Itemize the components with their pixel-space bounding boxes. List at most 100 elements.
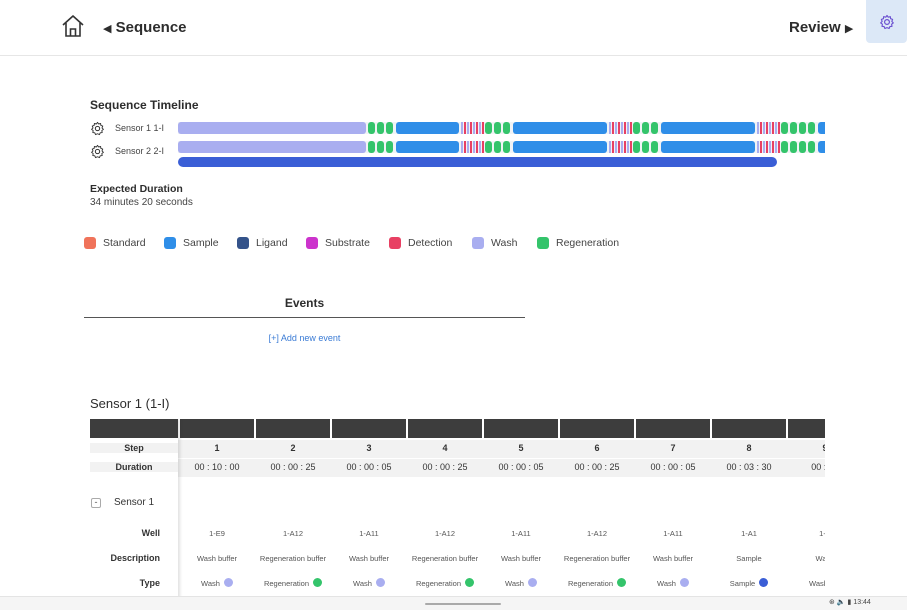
timeline-segment-sample — [661, 122, 755, 134]
add-event-link[interactable]: [+] Add new event — [84, 333, 525, 343]
step-number: 9 — [822, 443, 825, 453]
home-icon[interactable] — [60, 14, 86, 38]
step-number: 2 — [290, 443, 296, 453]
step-duration: 00 : 00 : 05 — [498, 462, 544, 472]
timeline-segment-wash — [763, 122, 765, 134]
step-type: Wash — [484, 578, 558, 588]
timeline-segment-regeneration — [503, 122, 510, 134]
timeline-segment-sample — [513, 141, 607, 153]
timeline-segment-wash — [763, 141, 765, 153]
timeline-segment-detection — [612, 122, 614, 134]
settings-button[interactable] — [866, 0, 907, 43]
timeline-segment-detection — [618, 141, 620, 153]
step-type-dot — [313, 578, 323, 587]
column-header-bar — [636, 419, 710, 438]
step-duration: 00 : 00 : 25 — [574, 462, 620, 472]
step-type: Wash — [788, 578, 825, 588]
step-number: 7 — [670, 443, 676, 453]
column-header-bar — [408, 419, 482, 438]
legend-swatch — [84, 237, 96, 249]
timeline-segment-regeneration — [485, 122, 492, 134]
system-tray: ⊛ 🔈 ▮ 13:44 — [829, 598, 871, 606]
step-type-label: Wash — [353, 579, 372, 588]
forward-arrow-icon: ▶ — [844, 23, 854, 35]
step-duration: 00 : 00 : 25 — [422, 462, 468, 472]
forward-button[interactable]: Review ▶ — [789, 19, 853, 36]
back-button[interactable]: ◀ Sequence — [103, 19, 187, 36]
step-type-dot — [617, 578, 627, 587]
timeline-segment-wash — [473, 122, 475, 134]
timeline-segment-sample — [818, 122, 825, 134]
timeline-segment-regeneration — [485, 141, 492, 153]
timeline-segment-wash — [627, 141, 629, 153]
forward-label: Review — [789, 19, 841, 36]
step-description: Wash buffer — [652, 554, 694, 563]
step-description: Wash buffer — [196, 554, 238, 563]
legend-label: Ligand — [256, 237, 288, 249]
sensor-settings-icon[interactable] — [90, 121, 105, 136]
step-number: 5 — [518, 443, 524, 453]
timeline-segment-regeneration — [503, 141, 510, 153]
collapse-toggle[interactable]: - — [91, 498, 101, 508]
timeline-segment-wash — [467, 141, 469, 153]
sensor-settings-icon[interactable] — [90, 144, 105, 159]
row-label-duration: Duration — [90, 462, 178, 472]
step-duration: 00 : 10 : 00 — [194, 462, 240, 472]
timeline-segment-detection — [624, 141, 626, 153]
step-duration: 00 : 00 — [811, 462, 825, 472]
timeline-segment-wash — [775, 122, 777, 134]
timeline-segment-wash — [757, 122, 759, 134]
column-header-bar — [332, 419, 406, 438]
step-type-label: Regeneration — [567, 579, 614, 588]
step-well: 1-A12 — [282, 529, 303, 538]
legend-swatch — [164, 237, 176, 249]
step-type: Wash — [332, 578, 406, 588]
timeline-segment-wash — [621, 141, 623, 153]
steps-table: 1 00 : 10 : 00 1-E9 Wash buffer Wash 2 00 : 00… — [90, 419, 825, 599]
scroll-handle[interactable] — [425, 603, 501, 605]
sensor-label: Sensor 2 2-I — [115, 146, 165, 156]
step-type-label: Regeneration — [263, 579, 310, 588]
timeline-segment-detection — [630, 141, 632, 153]
gear-icon — [879, 14, 894, 29]
legend-swatch — [389, 237, 401, 249]
taskbar: ⊛ 🔈 ▮ 13:44 — [0, 596, 907, 610]
timeline-segment-regeneration — [368, 141, 375, 153]
legend-label: Regeneration — [556, 237, 620, 249]
timeline-segment-sample — [513, 122, 607, 134]
timeline-segment-wash — [769, 122, 771, 134]
timeline-track-sensor-1[interactable] — [178, 122, 825, 134]
step-type: Wash — [180, 578, 254, 588]
timeline-segment-regeneration — [781, 141, 788, 153]
timeline-segment-detection — [476, 141, 478, 153]
timeline-segment-detection — [476, 122, 478, 134]
step-number: 1 — [214, 443, 220, 453]
row-label-step: Step — [90, 443, 178, 453]
step-type-label: Wash — [809, 579, 825, 588]
timeline-segment-regeneration — [651, 122, 658, 134]
step-type: Wash — [636, 578, 710, 588]
timeline-segment-regeneration — [808, 122, 815, 134]
step-well: 1-A11 — [359, 529, 379, 538]
step-type-label: Sample — [729, 579, 756, 588]
timeline-segment-detection — [766, 122, 768, 134]
step-description: Regeneration buffer — [259, 554, 327, 563]
back-arrow-icon: ◀ — [103, 23, 112, 35]
step-number: 3 — [366, 443, 372, 453]
timeline-segment-detection — [612, 141, 614, 153]
battery-icon: ▮ — [847, 599, 852, 606]
timeline-segment-wash — [615, 141, 617, 153]
row-label-well: Well — [141, 528, 160, 538]
timeline-track-sensor-2[interactable] — [178, 141, 825, 153]
timeline-segment-wash — [467, 122, 469, 134]
timeline-progress-bar — [178, 157, 777, 167]
step-number: 6 — [594, 443, 600, 453]
step-type-dot — [375, 578, 385, 587]
step-description: Wash buffer — [348, 554, 390, 563]
step-type-dot — [527, 578, 537, 587]
step-type-label: Wash — [657, 579, 676, 588]
timeline-segment-wash — [479, 122, 481, 134]
step-number: 4 — [442, 443, 448, 453]
step-description: Regeneration buffer — [411, 554, 479, 563]
timeline-segment-regeneration — [377, 122, 384, 134]
